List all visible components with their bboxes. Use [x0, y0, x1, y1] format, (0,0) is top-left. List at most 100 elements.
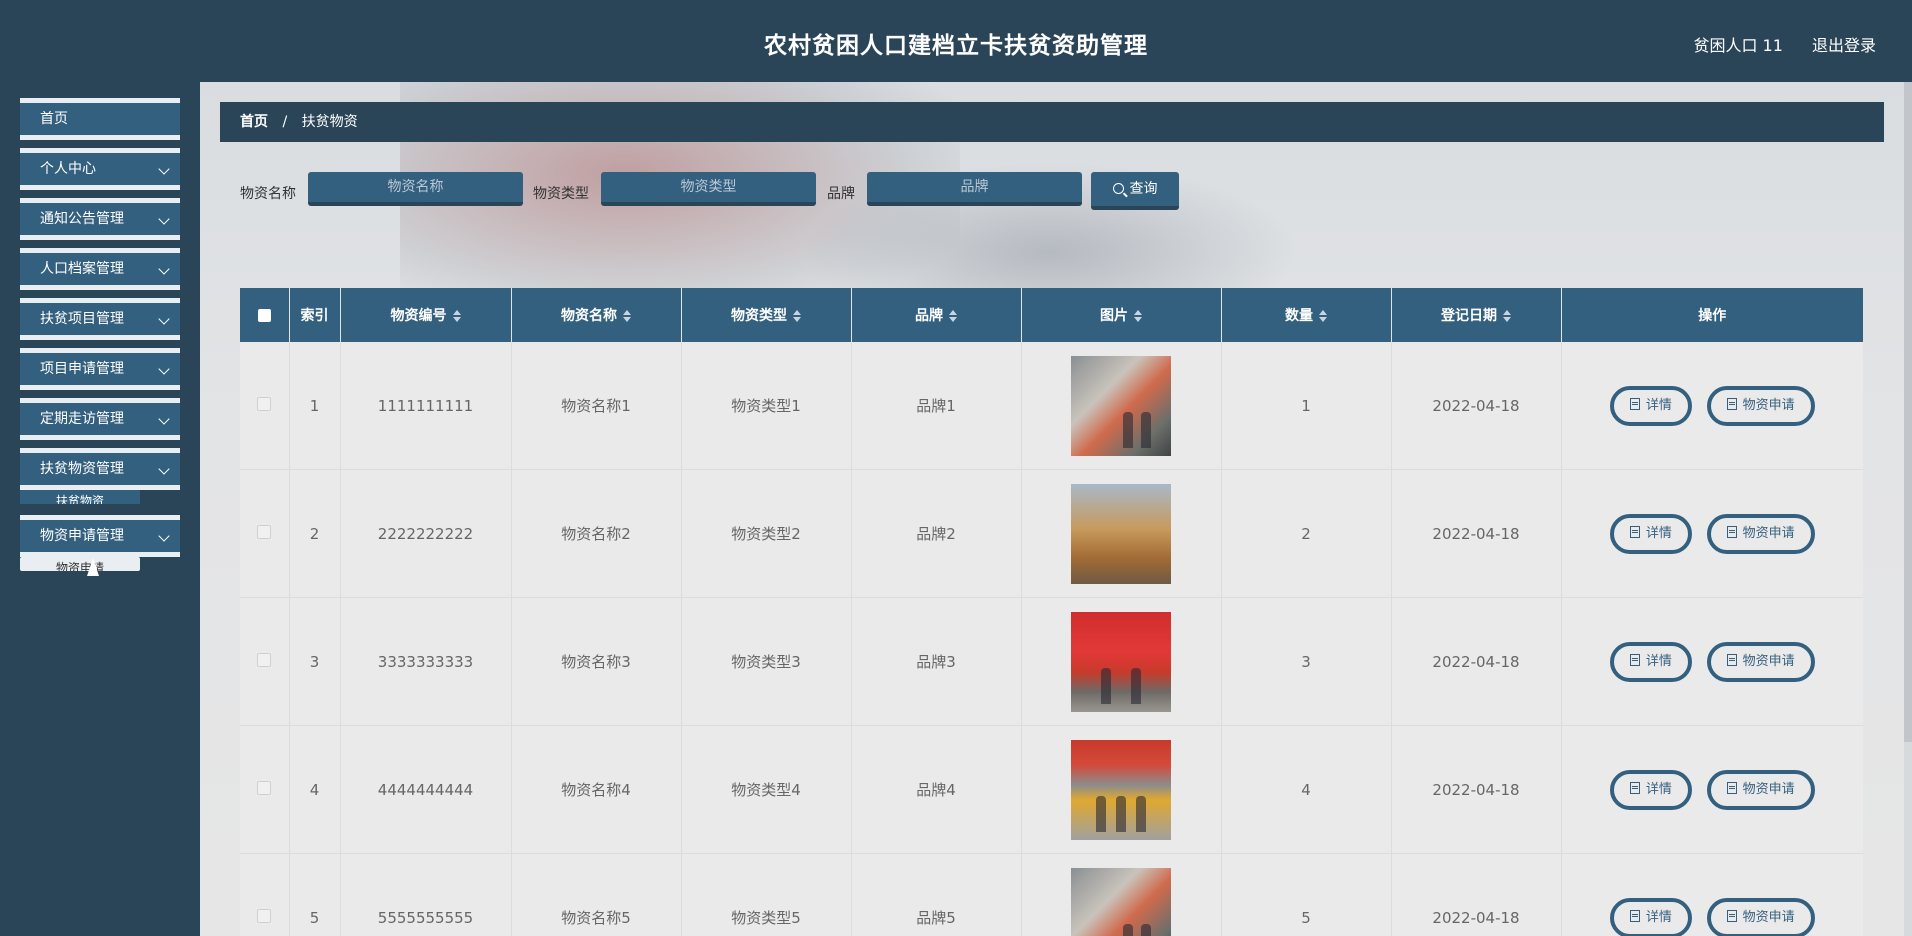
cell-date: 2022-04-18 — [1391, 853, 1562, 936]
header-user-area: 贫困人口 11 退出登录 — [1669, 32, 1876, 56]
cell-code: 1111111111 — [340, 342, 512, 470]
row-checkbox[interactable] — [257, 524, 272, 539]
type-label: 物资类型 — [533, 186, 589, 202]
chevron-down-icon — [158, 463, 170, 475]
table-row: 5 5555555555 物资名称5 物资类型5 品牌5 5 2022-04-1… — [240, 853, 1863, 936]
sort-icon[interactable] — [793, 310, 801, 322]
detail-button[interactable]: 详情 — [1609, 897, 1692, 936]
sidebar-item-regular-visit[interactable]: 定期走访管理 — [20, 398, 180, 440]
document-icon — [1726, 781, 1737, 794]
table-header-row: 索引 物资编号 物资名称 物资类型 品牌 图片 数量 登记日期 操作 — [240, 288, 1863, 342]
document-icon — [1629, 653, 1640, 666]
cell-type: 物资类型1 — [681, 342, 852, 470]
logout-link[interactable]: 退出登录 — [1812, 36, 1876, 55]
apply-button[interactable]: 物资申请 — [1706, 385, 1815, 426]
sort-icon[interactable] — [949, 310, 957, 322]
row-checkbox[interactable] — [257, 908, 272, 923]
search-icon — [1112, 183, 1124, 194]
brand-label: 品牌 — [827, 186, 855, 202]
chevron-down-icon — [158, 163, 170, 175]
sort-icon[interactable] — [1503, 310, 1511, 322]
cell-code: 4444444444 — [340, 725, 512, 854]
cell-name: 物资名称1 — [511, 342, 682, 470]
apply-button[interactable]: 物资申请 — [1706, 769, 1815, 810]
column-header-quantity[interactable]: 数量 — [1221, 288, 1392, 342]
cell-name: 物资名称4 — [511, 725, 682, 854]
submenu-material-application[interactable]: 物资申请 — [20, 557, 140, 571]
column-header-code[interactable]: 物资编号 — [340, 288, 512, 342]
document-icon — [1629, 909, 1640, 922]
brand-search-input[interactable] — [867, 172, 1082, 206]
cell-quantity: 5 — [1221, 853, 1392, 936]
sort-icon[interactable] — [1319, 310, 1327, 322]
row-checkbox[interactable] — [257, 780, 272, 795]
cell-brand: 品牌4 — [851, 725, 1022, 854]
sidebar: 首页 个人中心 通知公告管理 人口档案管理 扶贫项目管理 项目申请管理 定期走访… — [0, 82, 200, 936]
material-image[interactable] — [1071, 611, 1171, 712]
column-header-brand[interactable]: 品牌 — [851, 288, 1022, 342]
submenu-poverty-materials[interactable]: 扶贫物资 — [20, 490, 140, 504]
row-checkbox[interactable] — [257, 652, 272, 667]
cell-brand: 品牌5 — [851, 853, 1022, 936]
cell-date: 2022-04-18 — [1391, 725, 1562, 854]
sidebar-item-home[interactable]: 首页 — [20, 98, 180, 140]
detail-button[interactable]: 详情 — [1609, 641, 1692, 682]
chevron-down-icon — [158, 413, 170, 425]
sidebar-item-personal-center[interactable]: 个人中心 — [20, 148, 180, 190]
material-image[interactable] — [1071, 483, 1171, 584]
sidebar-item-poverty-materials[interactable]: 扶贫物资管理 — [20, 448, 180, 490]
column-header-date[interactable]: 登记日期 — [1391, 288, 1562, 342]
query-button[interactable]: 查询 — [1091, 172, 1179, 210]
sidebar-item-label: 通知公告管理 — [40, 211, 124, 227]
scrollbar-thumb[interactable] — [1904, 82, 1912, 742]
document-icon — [1726, 397, 1737, 410]
apply-button[interactable]: 物资申请 — [1706, 513, 1815, 554]
sidebar-item-label: 物资申请管理 — [40, 528, 124, 544]
document-icon — [1629, 525, 1640, 538]
sidebar-item-notice-management[interactable]: 通知公告管理 — [20, 198, 180, 240]
type-search-input[interactable] — [601, 172, 816, 206]
sort-icon[interactable] — [623, 310, 631, 322]
column-header-type[interactable]: 物资类型 — [681, 288, 852, 342]
cell-code: 2222222222 — [340, 469, 512, 598]
cell-type: 物资类型2 — [681, 469, 852, 598]
material-image[interactable] — [1071, 739, 1171, 840]
row-checkbox[interactable] — [257, 396, 272, 411]
cell-index: 2 — [289, 469, 341, 598]
sidebar-item-population-archive[interactable]: 人口档案管理 — [20, 248, 180, 290]
sort-icon[interactable] — [1134, 310, 1142, 322]
sidebar-item-material-application[interactable]: 物资申请管理 — [20, 515, 180, 557]
select-all-header[interactable] — [240, 288, 290, 342]
chevron-down-icon — [158, 363, 170, 375]
cell-type: 物资类型5 — [681, 853, 852, 936]
sidebar-item-label: 人口档案管理 — [40, 261, 124, 277]
material-image[interactable] — [1071, 355, 1171, 456]
chevron-down-icon — [158, 263, 170, 275]
select-all-checkbox[interactable] — [257, 308, 271, 322]
cell-index: 1 — [289, 342, 341, 470]
cell-brand: 品牌1 — [851, 342, 1022, 470]
cell-quantity: 3 — [1221, 597, 1392, 726]
cell-brand: 品牌2 — [851, 469, 1022, 598]
cell-index: 5 — [289, 853, 341, 936]
table-row: 3 3333333333 物资名称3 物资类型3 品牌3 3 2022-04-1… — [240, 597, 1863, 726]
column-header-index: 索引 — [289, 288, 341, 342]
sidebar-item-poverty-project[interactable]: 扶贫项目管理 — [20, 298, 180, 340]
detail-button[interactable]: 详情 — [1609, 513, 1692, 554]
material-image[interactable] — [1071, 867, 1171, 936]
mouse-cursor-icon — [87, 558, 99, 576]
apply-button[interactable]: 物资申请 — [1706, 897, 1815, 936]
name-search-input[interactable] — [308, 172, 523, 206]
detail-button[interactable]: 详情 — [1609, 385, 1692, 426]
apply-button[interactable]: 物资申请 — [1706, 641, 1815, 682]
detail-button[interactable]: 详情 — [1609, 769, 1692, 810]
document-icon — [1726, 653, 1737, 666]
sidebar-item-label: 扶贫项目管理 — [40, 311, 124, 327]
column-header-image[interactable]: 图片 — [1021, 288, 1222, 342]
breadcrumb-home[interactable]: 首页 — [240, 102, 268, 142]
sort-icon[interactable] — [452, 310, 461, 322]
sidebar-item-project-application[interactable]: 项目申请管理 — [20, 348, 180, 390]
chevron-down-icon — [158, 530, 170, 542]
column-header-name[interactable]: 物资名称 — [511, 288, 682, 342]
table-row: 2 2222222222 物资名称2 物资类型2 品牌2 2 2022-04-1… — [240, 469, 1863, 598]
